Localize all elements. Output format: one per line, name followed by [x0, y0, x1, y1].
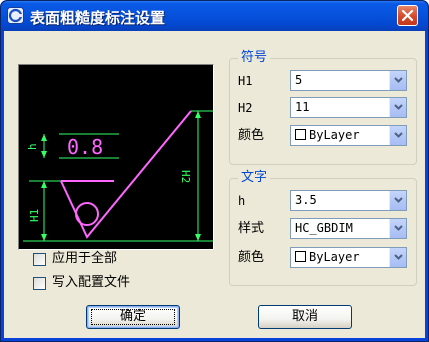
chevron-down-icon[interactable] — [389, 98, 406, 117]
app-icon — [7, 7, 24, 24]
text-h-label: h — [238, 194, 246, 208]
roughness-circle — [75, 202, 99, 226]
title-bar[interactable]: 表面粗糙度标注设置 — [1, 1, 428, 31]
chevron-down-icon[interactable] — [389, 71, 406, 90]
text-height-value: 3.5 — [295, 193, 317, 207]
color-swatch — [295, 129, 306, 140]
roughness-preview: h H1 H2 0.8 — [18, 64, 214, 250]
dialog-body: h H1 H2 0.8 符号 H1 5 H2 11 颜色 ByLayer 文字 — [4, 31, 425, 338]
cancel-button[interactable]: 取消 — [258, 305, 352, 329]
symbol-h1-label: H1 — [238, 74, 253, 88]
symbol-color-select[interactable]: ByLayer — [290, 125, 407, 146]
color-swatch — [295, 251, 306, 262]
window-title: 表面粗糙度标注设置 — [30, 9, 166, 27]
close-icon — [401, 9, 414, 22]
text-style-select[interactable]: HC_GBDIM — [290, 218, 407, 239]
chevron-down-icon[interactable] — [389, 191, 406, 210]
text-style-label: 样式 — [238, 221, 265, 236]
write-config-checkbox[interactable] — [33, 277, 46, 290]
text-color-select[interactable]: ByLayer — [290, 247, 407, 268]
symbol-h2-value: 11 — [295, 100, 310, 114]
write-config-label[interactable]: 写入配置文件 — [52, 275, 130, 291]
text-style-value: HC_GBDIM — [295, 221, 353, 235]
close-button[interactable] — [397, 5, 418, 26]
h-label: h — [26, 143, 39, 150]
h2-label: H2 — [179, 170, 192, 183]
symbol-group-title: 符号 — [238, 50, 271, 66]
dialog-window: 表面粗糙度标注设置 h H1 H2 0.8 符号 H1 5 H2 11 颜色 B… — [0, 0, 429, 342]
symbol-h2-label: H2 — [238, 101, 253, 115]
text-color-value: ByLayer — [309, 250, 360, 264]
symbol-h1-value: 5 — [295, 73, 303, 87]
chevron-down-icon[interactable] — [389, 219, 406, 238]
symbol-h1-select[interactable]: 5 — [290, 70, 407, 91]
symbol-color-value: ByLayer — [309, 128, 360, 142]
ok-button[interactable]: 确定 — [86, 305, 180, 329]
chevron-down-icon[interactable] — [389, 248, 406, 267]
h1-label: H1 — [28, 209, 41, 222]
apply-all-label[interactable]: 应用于全部 — [52, 251, 117, 267]
symbol-h2-select[interactable]: 11 — [290, 97, 407, 118]
cancel-button-label: 取消 — [291, 309, 318, 324]
apply-all-checkbox[interactable] — [33, 253, 46, 266]
text-height-select[interactable]: 3.5 — [290, 190, 407, 211]
symbol-color-label: 颜色 — [238, 128, 265, 143]
roughness-value-text: 0.8 — [67, 135, 103, 159]
preview-drawing: h H1 H2 0.8 — [23, 110, 213, 242]
text-color-label: 颜色 — [238, 250, 265, 265]
roughness-check-mark — [60, 110, 192, 239]
chevron-down-icon[interactable] — [389, 126, 406, 145]
text-group-title: 文字 — [238, 170, 271, 186]
